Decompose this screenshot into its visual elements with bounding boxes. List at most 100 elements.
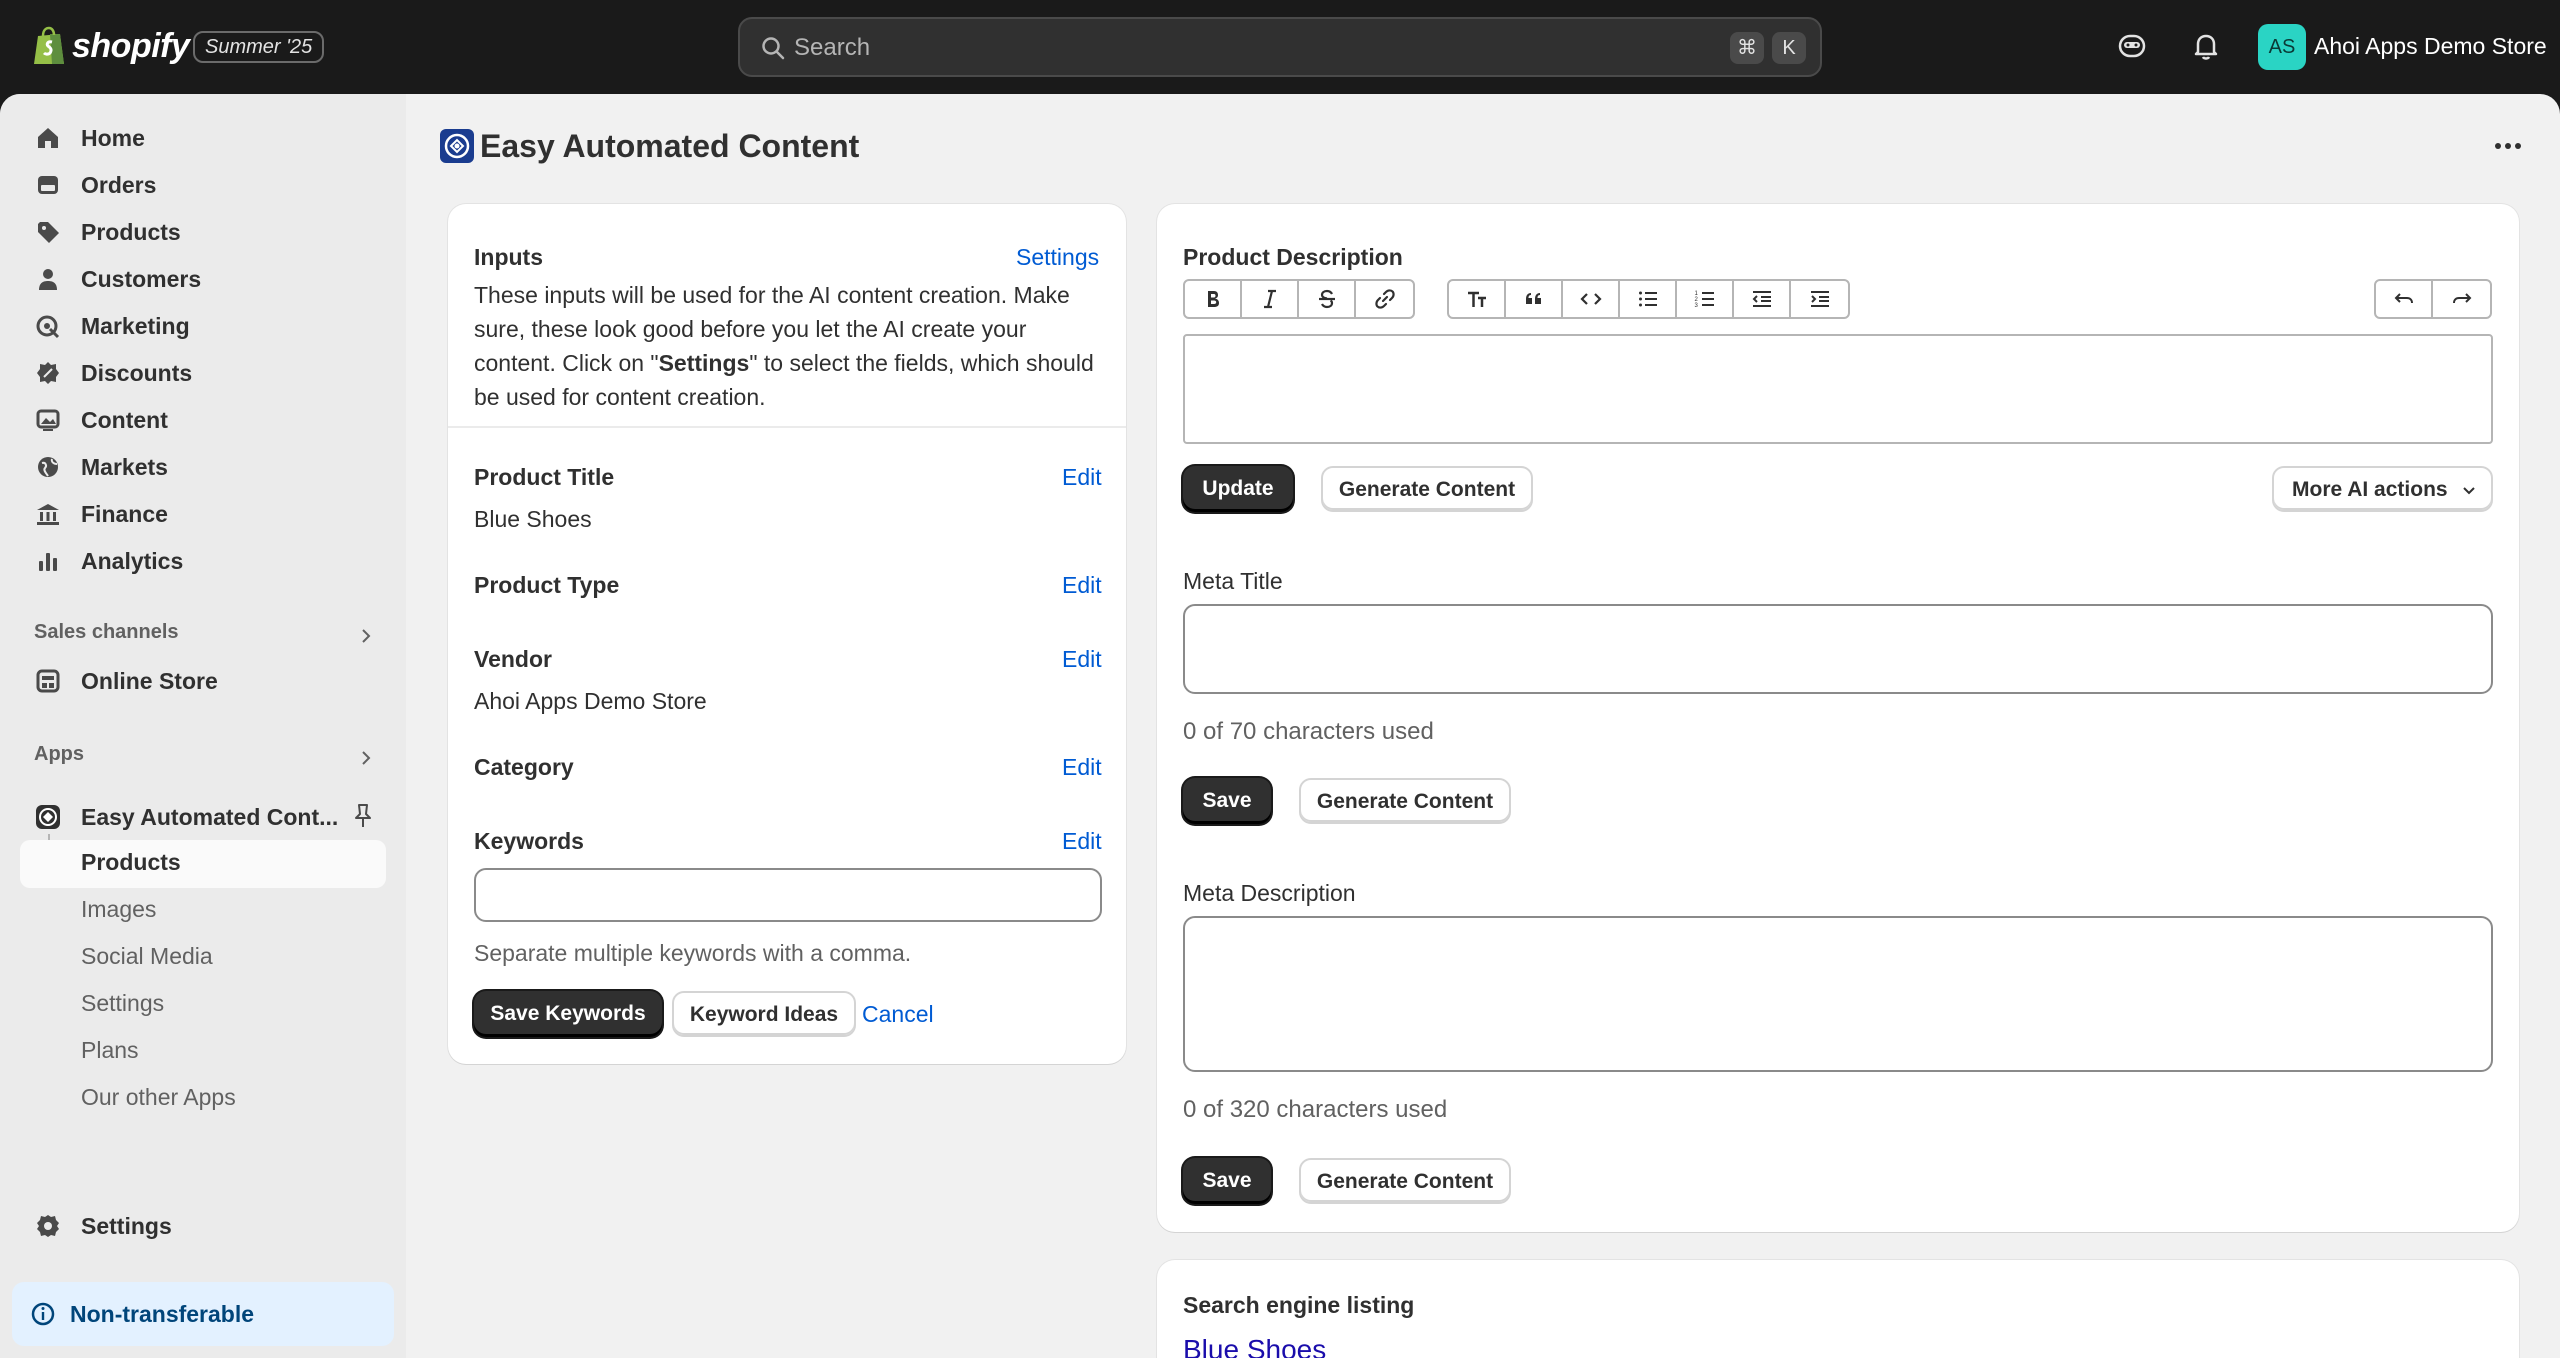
sidebar-subitem-other-apps[interactable]: Our other Apps	[81, 1084, 236, 1111]
inputs-heading: Inputs	[474, 244, 543, 270]
keywords-input[interactable]	[474, 868, 1102, 922]
meta-description-input[interactable]	[1183, 916, 2493, 1072]
strikethrough-icon	[1318, 289, 1335, 309]
sidebar-subitem-products[interactable]	[20, 840, 386, 888]
sidebar-subitem-social-media[interactable]: Social Media	[81, 943, 213, 970]
sidebar-item-products[interactable]: Products	[20, 209, 386, 255]
pin-icon[interactable]	[350, 802, 376, 830]
text-size-icon	[1467, 291, 1486, 307]
content-card: Product Description 123 Update Generate …	[1157, 204, 2519, 1232]
sidebar-item-customers[interactable]: Customers	[20, 256, 386, 302]
text-size-button[interactable]	[1449, 281, 1506, 317]
inputs-settings-link[interactable]: Settings	[1016, 244, 1099, 271]
generate-meta-description-button[interactable]: Generate Content	[1299, 1158, 1511, 1204]
indent-button[interactable]	[1791, 281, 1848, 317]
seo-preview-title[interactable]: Blue Shoes	[1183, 1334, 1326, 1358]
chevron-right-icon[interactable]	[356, 748, 376, 768]
info-icon	[31, 1302, 55, 1326]
app-logo-icon	[440, 129, 474, 163]
save-meta-title-button[interactable]: Save	[1183, 778, 1271, 824]
chevron-right-icon[interactable]	[356, 626, 376, 646]
sidebar-subitem-products-label[interactable]: Products	[81, 849, 181, 876]
edit-keywords-link[interactable]: Edit	[1062, 828, 1102, 855]
undo-icon	[2394, 293, 2413, 304]
product-description-heading: Product Description	[1183, 244, 1403, 270]
meta-title-input[interactable]	[1183, 604, 2493, 694]
save-meta-description-button[interactable]: Save	[1183, 1158, 1271, 1204]
bold-button[interactable]	[1185, 281, 1242, 317]
bullet-list-icon	[1638, 291, 1657, 307]
outdent-button[interactable]	[1734, 281, 1791, 317]
sidebar-item-settings[interactable]: Settings	[20, 1203, 386, 1249]
store-name[interactable]: Ahoi Apps Demo Store	[2314, 33, 2547, 60]
sidebar-subitem-settings[interactable]: Settings	[81, 990, 164, 1017]
non-transferable-notice[interactable]: Non-transferable	[12, 1282, 394, 1346]
sidebar-item-home[interactable]: Home	[20, 115, 386, 161]
main-frame: Home Orders Products Customers Marketing…	[0, 94, 2560, 1358]
keywords-help-text: Separate multiple keywords with a comma.	[474, 940, 912, 966]
quote-button[interactable]	[1506, 281, 1563, 317]
search-bar[interactable]: Search ⌘ K	[738, 17, 1822, 77]
sidebar-item-orders[interactable]: Orders	[20, 162, 386, 208]
app-logo-icon	[36, 805, 60, 829]
numbered-list-button[interactable]: 123	[1677, 281, 1734, 317]
store-icon	[36, 669, 60, 693]
generate-meta-title-button[interactable]: Generate Content	[1299, 778, 1511, 824]
inputs-card: Inputs Settings These inputs will be use…	[448, 204, 1126, 1064]
code-button[interactable]	[1563, 281, 1620, 317]
apps-heading[interactable]: Apps	[34, 743, 84, 766]
gear-icon	[37, 1215, 59, 1237]
sidebar-item-markets[interactable]: Markets	[20, 444, 386, 490]
link-button[interactable]	[1356, 281, 1413, 317]
more-ai-actions-button[interactable]: More AI actions	[2272, 466, 2493, 512]
strikethrough-button[interactable]	[1299, 281, 1356, 317]
chart-icon	[39, 553, 57, 571]
sidebar-subitem-plans[interactable]: Plans	[81, 1037, 139, 1064]
bell-icon[interactable]	[2190, 30, 2222, 62]
brand-name: shopify	[72, 26, 190, 65]
sidebar-item-app[interactable]: Easy Automated Cont...	[20, 794, 386, 840]
sidebar-subitem-images[interactable]: Images	[81, 896, 156, 923]
edit-category-link[interactable]: Edit	[1062, 754, 1102, 781]
edition-badge[interactable]: Summer '25	[193, 31, 325, 63]
search-input[interactable]: Search	[794, 34, 870, 62]
block-toolbar: 123	[1447, 279, 1850, 319]
shopify-logo[interactable]: shopify	[32, 26, 190, 66]
sidebar-item-marketing[interactable]: Marketing	[20, 303, 386, 349]
numbered-list-icon: 123	[1694, 291, 1714, 309]
redo-button[interactable]	[2433, 281, 2490, 317]
save-keywords-button[interactable]: Save Keywords	[474, 991, 662, 1037]
search-engine-listing-card: Search engine listing Blue Shoes	[1157, 1260, 2519, 1358]
update-button[interactable]: Update	[1183, 466, 1293, 512]
more-actions-icon[interactable]	[2490, 130, 2526, 162]
sidebar-item-discounts[interactable]: Discounts	[20, 350, 386, 396]
sidebar-item-analytics[interactable]: Analytics	[20, 538, 386, 584]
product-description-editor[interactable]	[1183, 334, 2493, 444]
generate-description-button[interactable]: Generate Content	[1321, 466, 1533, 512]
bullet-list-button[interactable]	[1620, 281, 1677, 317]
sidebar-item-label: Home	[81, 124, 145, 151]
avatar[interactable]: AS	[2258, 24, 2306, 70]
sidebar-item-label: Analytics	[81, 547, 184, 574]
code-icon	[1579, 293, 1602, 305]
cancel-link[interactable]: Cancel	[862, 1001, 934, 1028]
keyword-ideas-button[interactable]: Keyword Ideas	[672, 991, 856, 1037]
edit-product-title-link[interactable]: Edit	[1062, 464, 1102, 491]
orders-icon	[38, 176, 58, 194]
sidebar-item-finance[interactable]: Finance	[20, 491, 386, 537]
sidebar-item-label: Easy Automated Cont...	[81, 803, 339, 830]
undo-button[interactable]	[2376, 281, 2433, 317]
image-icon	[36, 409, 60, 431]
sidebar-item-online-store[interactable]: Online Store	[20, 658, 386, 704]
home-icon	[38, 128, 58, 148]
edit-product-type-link[interactable]: Edit	[1062, 572, 1102, 599]
sidebar-item-content[interactable]: Content	[20, 397, 386, 443]
edit-vendor-link[interactable]: Edit	[1062, 646, 1102, 673]
chevron-down-icon	[2463, 487, 2475, 495]
shortcut-k-key: K	[1772, 32, 1806, 64]
sales-channels-heading[interactable]: Sales channels	[34, 621, 179, 644]
shortcut-cmd-key: ⌘	[1730, 32, 1764, 64]
sidekick-icon[interactable]	[2116, 30, 2148, 62]
description-bold-text: Settings	[658, 350, 750, 376]
italic-button[interactable]	[1242, 281, 1299, 317]
